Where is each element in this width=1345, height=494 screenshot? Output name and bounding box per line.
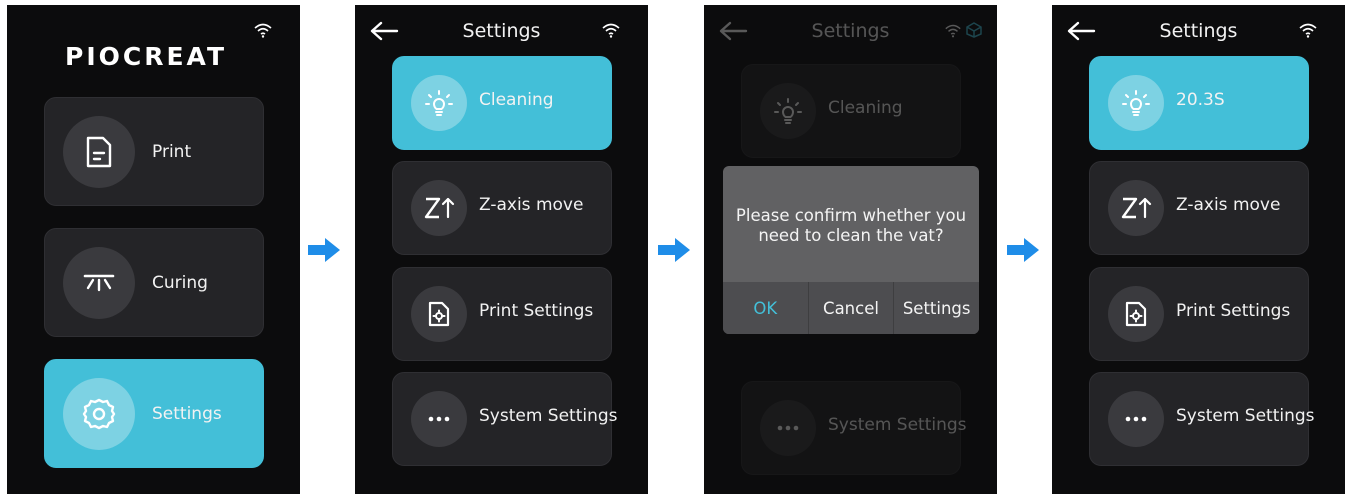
status-icons <box>944 22 983 38</box>
system-settings-menu-item: System Settings <box>741 381 967 475</box>
dialog-message: Please confirm whether you need to clean… <box>723 206 979 246</box>
flow-arrow-icon <box>658 238 690 262</box>
bulb-icon <box>411 75 467 131</box>
curing-menu-item[interactable]: Curing <box>44 228 264 337</box>
z-axis-move-menu-item[interactable]: Z-axis move <box>392 161 612 255</box>
more-icon <box>1108 391 1164 447</box>
gear-icon <box>63 378 135 450</box>
z-axis-icon <box>411 180 467 236</box>
flow-arrow-icon <box>1007 238 1039 262</box>
settings-label: Settings <box>152 404 222 424</box>
dialog-buttons: OK Cancel Settings <box>723 282 979 334</box>
ok-button[interactable]: OK <box>723 282 808 334</box>
cleaning-menu-item[interactable]: Cleaning <box>392 56 612 150</box>
cleaning-label: Cleaning <box>479 90 554 110</box>
system-settings-label: System Settings <box>479 406 618 426</box>
system-settings-label: System Settings <box>828 415 967 435</box>
wifi-icon <box>945 24 961 37</box>
print-settings-menu-item[interactable]: Print Settings <box>1089 267 1309 361</box>
wifi-icon <box>602 23 620 38</box>
cleaning-label: Cleaning <box>828 98 903 118</box>
bulb-icon <box>760 83 816 139</box>
cleaning-confirm-screen: Settings Cleaning System Settings Please… <box>704 5 997 494</box>
more-icon <box>411 391 467 447</box>
settings-screen: Settings Cleaning Z-axis move Print Sett… <box>355 5 648 494</box>
print-settings-menu-item[interactable]: Print Settings <box>392 267 612 361</box>
cleaning-timer-item[interactable]: 20.3S <box>1089 56 1309 150</box>
settings-button[interactable]: Settings <box>893 282 979 334</box>
curing-label: Curing <box>152 273 208 293</box>
cancel-button[interactable]: Cancel <box>807 282 894 334</box>
z-axis-move-menu-item[interactable]: Z-axis move <box>1089 161 1309 255</box>
system-settings-menu-item[interactable]: System Settings <box>1089 372 1315 466</box>
file-settings-icon <box>1108 286 1164 342</box>
cube-icon <box>966 22 982 38</box>
wifi-icon <box>1299 23 1317 38</box>
uv-lamp-icon <box>63 247 135 319</box>
system-settings-menu-item[interactable]: System Settings <box>392 372 618 466</box>
system-settings-label: System Settings <box>1176 406 1315 426</box>
print-menu-item[interactable]: Print <box>44 97 264 206</box>
z-axis-icon <box>1108 180 1164 236</box>
z-axis-move-label: Z-axis move <box>1176 195 1281 215</box>
more-icon <box>760 400 816 456</box>
file-icon <box>63 116 135 188</box>
print-settings-label: Print Settings <box>1176 301 1291 321</box>
file-settings-icon <box>411 286 467 342</box>
cleaning-progress-screen: Settings 20.3S Z-axis move Print Setting… <box>1052 5 1345 494</box>
settings-menu-item[interactable]: Settings <box>44 359 264 468</box>
confirm-dialog: Please confirm whether you need to clean… <box>723 166 979 334</box>
z-axis-move-label: Z-axis move <box>479 195 584 215</box>
cleaning-timer-label: 20.3S <box>1176 90 1225 110</box>
cleaning-menu-item: Cleaning <box>741 64 961 158</box>
brand-logo: PIOCREAT <box>65 42 228 71</box>
home-screen: PIOCREAT Print Curing Settings <box>7 5 300 494</box>
flow-arrow-icon <box>308 238 340 262</box>
dialog-message-line: need to clean the vat? <box>758 226 944 245</box>
dialog-message-line: Please confirm whether you <box>735 206 967 225</box>
print-label: Print <box>152 142 192 162</box>
wifi-icon <box>254 23 272 38</box>
print-settings-label: Print Settings <box>479 301 594 321</box>
bulb-icon <box>1108 75 1164 131</box>
